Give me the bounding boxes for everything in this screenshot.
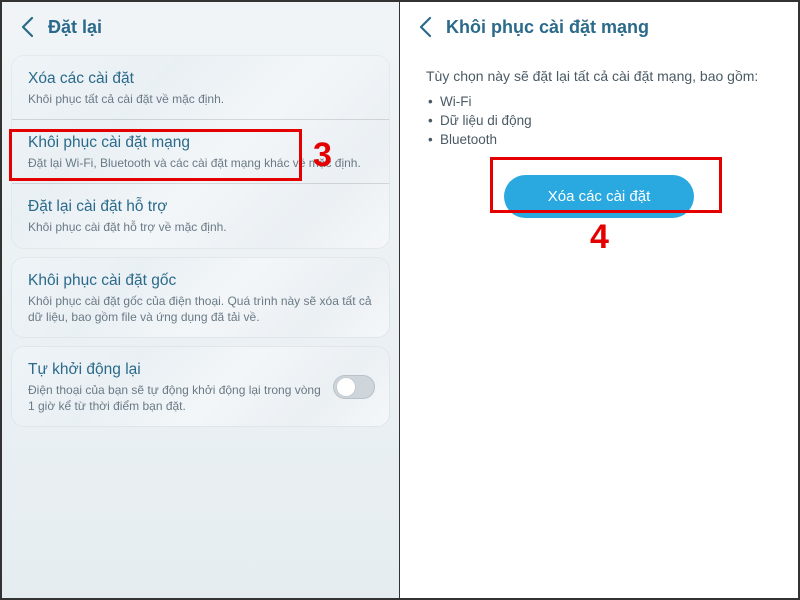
right-content: Tùy chọn này sẽ đặt lại tất cả cài đặt m… xyxy=(400,48,798,238)
reset-bullets: Wi-Fi Dữ liệu di động Bluetooth xyxy=(426,92,772,149)
left-screen: Đặt lại Xóa các cài đặt Khôi phục tất cả… xyxy=(2,2,400,598)
page-title: Khôi phục cài đặt mạng xyxy=(446,17,649,38)
setting-title: Đặt lại cài đặt hỗ trợ xyxy=(28,198,373,216)
toggle-knob xyxy=(336,377,356,397)
bullet-wifi: Wi-Fi xyxy=(440,92,772,111)
setting-title: Tự khởi động lại xyxy=(28,361,373,379)
setting-desc: Khôi phục tất cả cài đặt về mặc định. xyxy=(28,91,373,107)
reset-all-settings-row[interactable]: Xóa các cài đặt Khôi phục tất cả cài đặt… xyxy=(12,56,389,119)
action-wrap: Xóa các cài đặt xyxy=(426,175,772,218)
setting-title: Khôi phục cài đặt gốc xyxy=(28,272,373,290)
back-icon[interactable] xyxy=(20,16,34,38)
settings-group-2: Khôi phục cài đặt gốc Khôi phục cài đặt … xyxy=(12,258,389,337)
left-header: Đặt lại xyxy=(2,2,399,48)
page-title: Đặt lại xyxy=(48,17,102,38)
factory-reset-row[interactable]: Khôi phục cài đặt gốc Khôi phục cài đặt … xyxy=(12,258,389,337)
auto-restart-toggle[interactable] xyxy=(333,375,375,399)
settings-group-3: Tự khởi động lại Điện thoại của bạn sẽ t… xyxy=(12,347,389,426)
setting-title: Xóa các cài đặt xyxy=(28,70,373,88)
reset-accessibility-row[interactable]: Đặt lại cài đặt hỗ trợ Khôi phục cài đặt… xyxy=(12,183,389,247)
setting-desc: Khôi phục cài đặt gốc của điện thoại. Qu… xyxy=(28,293,373,325)
settings-group-1: Xóa các cài đặt Khôi phục tất cả cài đặt… xyxy=(12,56,389,248)
setting-desc: Khôi phục cài đặt hỗ trợ về mặc định. xyxy=(28,219,373,235)
reset-settings-button[interactable]: Xóa các cài đặt xyxy=(504,175,695,218)
back-icon[interactable] xyxy=(418,16,432,38)
reset-network-settings-row[interactable]: Khôi phục cài đặt mạng Đặt lại Wi-Fi, Bl… xyxy=(12,119,389,183)
right-screen: Khôi phục cài đặt mạng Tùy chọn này sẽ đ… xyxy=(400,2,798,598)
step-number-4: 4 xyxy=(590,218,609,257)
setting-desc: Điện thoại của bạn sẽ tự động khởi động … xyxy=(28,382,373,414)
auto-restart-row[interactable]: Tự khởi động lại Điện thoại của bạn sẽ t… xyxy=(12,347,389,426)
bullet-mobile-data: Dữ liệu di động xyxy=(440,111,772,130)
settings-list: Xóa các cài đặt Khôi phục tất cả cài đặt… xyxy=(2,48,399,438)
bullet-bluetooth: Bluetooth xyxy=(440,130,772,149)
reset-description: Tùy chọn này sẽ đặt lại tất cả cài đặt m… xyxy=(426,68,772,84)
right-header: Khôi phục cài đặt mạng xyxy=(400,2,798,48)
step-number-3: 3 xyxy=(313,136,332,175)
